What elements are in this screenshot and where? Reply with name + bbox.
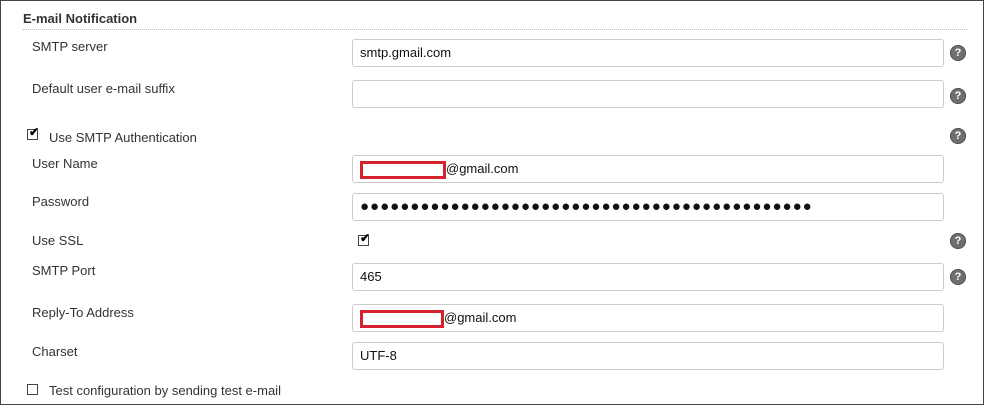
email-suffix-input[interactable] xyxy=(352,80,944,108)
checkmark-icon: ✔ xyxy=(360,231,371,245)
smtp-server-input[interactable]: smtp.gmail.com xyxy=(352,39,944,67)
smtp-auth-help-icon[interactable]: ? xyxy=(950,128,966,144)
section-divider xyxy=(23,29,967,30)
reply-to-label: Reply-To Address xyxy=(32,305,134,320)
user-name-label: User Name xyxy=(32,156,98,171)
smtp-port-label: SMTP Port xyxy=(32,263,96,278)
email-notification-panel: E-mail Notification SMTP server smtp.gma… xyxy=(0,0,984,405)
smtp-port-help-icon[interactable]: ? xyxy=(950,269,966,285)
use-ssl-checkbox[interactable]: ✔ xyxy=(358,231,371,246)
use-ssl-help-icon[interactable]: ? xyxy=(950,233,966,249)
reply-to-domain: @gmail.com xyxy=(444,310,517,325)
password-label: Password xyxy=(32,194,90,209)
use-ssl-label: Use SSL xyxy=(32,233,84,248)
email-suffix-label: Default user e-mail suffix xyxy=(32,81,175,96)
charset-input[interactable]: UTF-8 xyxy=(352,342,944,370)
smtp-server-help-icon[interactable]: ? xyxy=(950,45,966,61)
user-name-input[interactable]: @gmail.com xyxy=(352,155,944,183)
redaction-box xyxy=(360,309,444,328)
smtp-server-label: SMTP server xyxy=(32,39,108,54)
charset-label: Charset xyxy=(32,344,78,359)
user-name-domain: @gmail.com xyxy=(446,161,519,176)
test-config-checkbox[interactable] xyxy=(27,384,38,395)
section-title: E-mail Notification xyxy=(23,11,138,26)
password-input[interactable]: ●●●●●●●●●●●●●●●●●●●●●●●●●●●●●●●●●●●●●●●●… xyxy=(352,193,944,221)
smtp-port-input[interactable]: 465 xyxy=(352,263,944,291)
test-config-label: Test configuration by sending test e-mai… xyxy=(49,383,281,398)
reply-to-input[interactable]: @gmail.com xyxy=(352,304,944,332)
email-suffix-help-icon[interactable]: ? xyxy=(950,88,966,104)
use-smtp-auth-checkbox[interactable]: ✔ xyxy=(27,125,40,140)
redaction-box xyxy=(360,160,446,179)
use-smtp-auth-label: Use SMTP Authentication xyxy=(49,130,197,145)
checkmark-icon: ✔ xyxy=(29,125,40,139)
